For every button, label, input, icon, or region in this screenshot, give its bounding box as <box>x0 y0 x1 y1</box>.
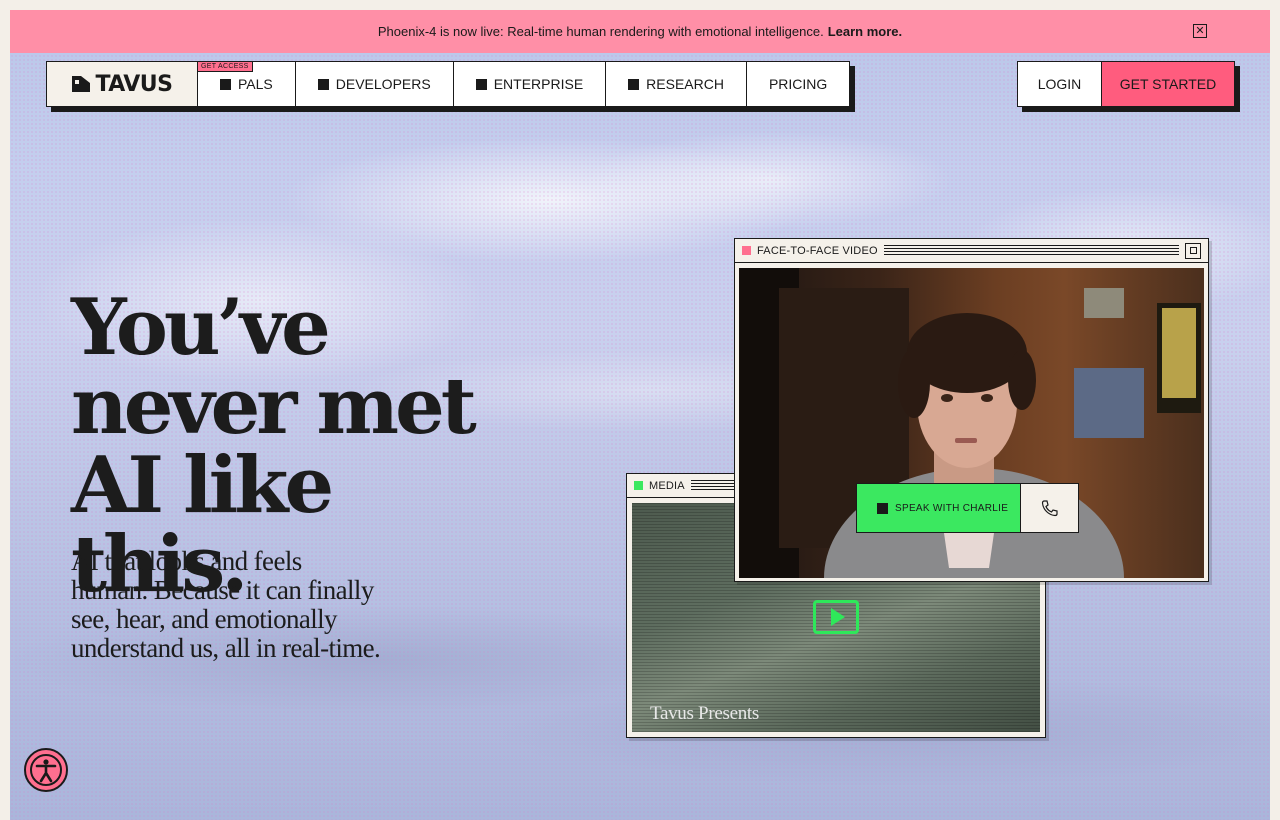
accessibility-glyph <box>30 754 62 786</box>
nav-label-developers: DEVELOPERS <box>335 76 431 92</box>
auth-buttons: LOGIN GET STARTED <box>1017 61 1235 107</box>
page-frame: Phoenix-4 is now live: Real-time human r… <box>10 10 1270 820</box>
status-dot-icon <box>742 246 751 255</box>
nav-label-enterprise: ENTERPRISE <box>493 76 584 92</box>
media-caption: Tavus Presents <box>650 703 759 724</box>
close-icon[interactable]: ✕ <box>1193 24 1207 38</box>
learn-more-link[interactable]: Learn more. <box>828 24 902 39</box>
logo-text: TAVUS <box>95 71 173 97</box>
phone-icon[interactable] <box>1021 484 1078 532</box>
nav-item-developers[interactable]: DEVELOPERS <box>296 62 454 106</box>
nav-label-pals: PALS <box>238 76 273 92</box>
accessibility-icon[interactable] <box>24 748 68 792</box>
square-icon <box>877 502 888 514</box>
speak-with-charlie-group: SPEAK WITH CHARLIE <box>856 483 1079 533</box>
maximize-icon[interactable] <box>1185 242 1201 259</box>
square-icon <box>475 78 487 90</box>
hero-title-line-1: You’ve <box>71 282 331 373</box>
main-nav: TAVUS GET ACCESS PALS DEVELOPERS ENTERPR… <box>46 61 851 107</box>
announcement-banner: Phoenix-4 is now live: Real-time human r… <box>10 10 1270 53</box>
nav-label-research: RESEARCH <box>646 76 724 92</box>
nav-item-pricing[interactable]: PRICING <box>747 62 849 106</box>
media-window-title: MEDIA <box>649 479 685 492</box>
login-button[interactable]: LOGIN <box>1018 62 1102 106</box>
hero-title-line-2: never met <box>71 361 477 452</box>
logo[interactable]: TAVUS <box>47 62 198 106</box>
square-icon <box>220 78 231 90</box>
announcement-text: Phoenix-4 is now live: Real-time human r… <box>377 24 824 39</box>
get-access-badge: GET ACCESS <box>198 62 253 72</box>
status-dot-icon <box>634 481 643 490</box>
play-icon[interactable] <box>813 600 859 634</box>
video-window-titlebar: FACE-TO-FACE VIDEO <box>735 239 1208 263</box>
nav-item-enterprise[interactable]: ENTERPRISE <box>454 62 607 106</box>
nav-item-pals[interactable]: GET ACCESS PALS <box>198 62 296 106</box>
hero-subtitle: AI that looks and feels human. Because i… <box>71 546 381 663</box>
nav-label-pricing: PRICING <box>768 76 828 92</box>
square-icon <box>628 78 640 90</box>
tavus-logo-icon <box>72 76 91 92</box>
titlebar-stripes <box>883 244 1179 257</box>
square-icon <box>317 78 329 90</box>
video-window-title: FACE-TO-FACE VIDEO <box>757 244 878 257</box>
get-started-button[interactable]: GET STARTED <box>1102 62 1234 106</box>
phone-glyph <box>1041 500 1058 517</box>
speak-with-charlie-button[interactable]: SPEAK WITH CHARLIE <box>857 484 1021 532</box>
speak-button-label: SPEAK WITH CHARLIE <box>895 502 1009 514</box>
nav-item-research[interactable]: RESEARCH <box>606 62 747 106</box>
face-to-face-video-window: FACE-TO-FACE VIDEO SPEAK WITH CHARLIE <box>734 238 1209 582</box>
